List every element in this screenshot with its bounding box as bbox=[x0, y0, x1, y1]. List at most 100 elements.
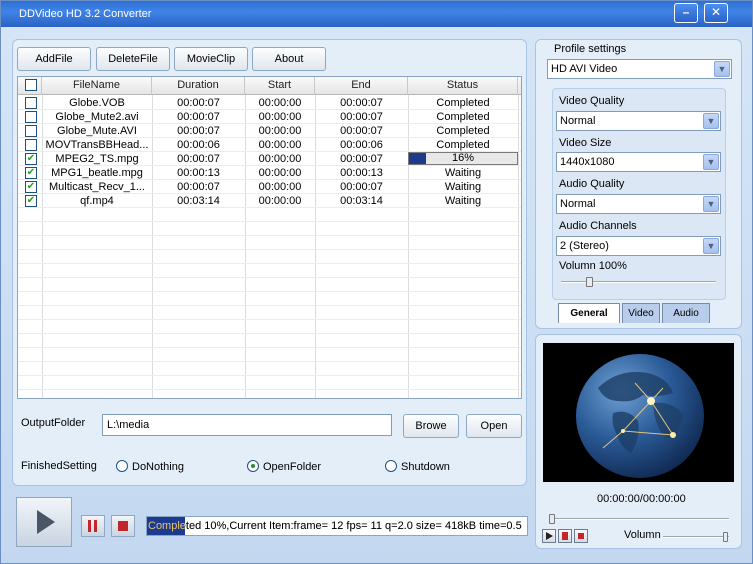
radio-shutdown[interactable] bbox=[385, 460, 397, 472]
cell-start: 00:00:00 bbox=[258, 97, 302, 109]
audio-channels-select[interactable]: 2 (Stereo) ▼ bbox=[556, 236, 721, 256]
grid-row-line bbox=[18, 277, 521, 278]
cell-name: qf.mp4 bbox=[80, 195, 114, 207]
row-checkbox[interactable]: ✔ bbox=[25, 195, 37, 207]
grid-row-line bbox=[18, 263, 521, 264]
column-filename[interactable]: FileName bbox=[42, 77, 152, 95]
grid-row-line bbox=[18, 361, 521, 362]
row-checkbox[interactable] bbox=[25, 125, 37, 137]
cell-start: 00:00:00 bbox=[258, 111, 302, 123]
grid-row-line bbox=[18, 221, 521, 222]
select-all-checkbox[interactable] bbox=[25, 79, 37, 91]
cell-end: 00:00:13 bbox=[340, 167, 383, 179]
close-button[interactable]: ✕ bbox=[704, 3, 728, 23]
do-nothing-label: DoNothing bbox=[132, 461, 184, 473]
tab-video[interactable]: Video bbox=[622, 303, 660, 323]
profile-volume-slider[interactable] bbox=[585, 277, 593, 287]
cell-end: 00:00:06 bbox=[340, 139, 383, 151]
preview-stop-button[interactable] bbox=[574, 529, 588, 543]
table-row[interactable]: ✔ Multicast_Recv_1... 00:00:07 00:00:00 00:0… bbox=[18, 180, 521, 194]
video-quality-value: Normal bbox=[560, 115, 596, 127]
cell-end: 00:00:07 bbox=[340, 153, 383, 165]
row-checkbox[interactable] bbox=[25, 97, 37, 109]
preview-volume-slider[interactable] bbox=[723, 532, 728, 542]
radio-do-nothing[interactable] bbox=[116, 460, 128, 472]
select-all-header[interactable] bbox=[18, 77, 42, 95]
output-folder-input[interactable]: L:\media bbox=[102, 414, 392, 436]
preview-volume-track[interactable] bbox=[663, 536, 729, 538]
table-row[interactable]: Globe.VOB 00:00:07 00:00:00 00:00:07 Complet… bbox=[18, 96, 521, 110]
pause-convert-button[interactable] bbox=[81, 515, 105, 537]
grid-row-line bbox=[18, 319, 521, 320]
audio-channels-value: 2 (Stereo) bbox=[560, 240, 609, 252]
add-file-button[interactable]: AddFile bbox=[17, 47, 91, 71]
movie-clip-button[interactable]: MovieClip bbox=[174, 47, 248, 71]
tab-general[interactable]: General bbox=[558, 303, 620, 323]
profile-volume-track[interactable] bbox=[561, 281, 716, 283]
chevron-down-icon[interactable]: ▼ bbox=[703, 154, 719, 170]
column-duration[interactable]: Duration bbox=[152, 77, 245, 95]
start-convert-button[interactable] bbox=[16, 497, 72, 547]
row-checkbox[interactable]: ✔ bbox=[25, 181, 37, 193]
table-row[interactable]: ✔ qf.mp4 00:03:14 00:00:00 00:03:14 Waiting bbox=[18, 194, 521, 208]
row-checkbox[interactable]: ✔ bbox=[25, 153, 37, 165]
cell-end: 00:00:07 bbox=[340, 111, 383, 123]
table-row[interactable]: Globe_Mute.AVI 00:00:07 00:00:00 00:00:07 Co… bbox=[18, 124, 521, 138]
chevron-down-icon[interactable]: ▼ bbox=[703, 113, 719, 129]
video-size-select[interactable]: 1440x1080 ▼ bbox=[556, 152, 721, 172]
chevron-down-icon[interactable]: ▼ bbox=[714, 61, 730, 77]
preview-pause-button[interactable] bbox=[558, 529, 572, 543]
browse-button[interactable]: Browe bbox=[403, 414, 459, 438]
cell-name: Globe_Mute.AVI bbox=[57, 125, 137, 137]
table-row[interactable]: MOVTransBBHead... 00:00:06 00:00:00 00:00:0… bbox=[18, 138, 521, 152]
cell-start: 00:00:00 bbox=[258, 181, 302, 193]
preview-play-button[interactable] bbox=[542, 529, 556, 543]
minimize-button[interactable]: – bbox=[674, 3, 698, 23]
shutdown-label: Shutdown bbox=[401, 461, 450, 473]
cell-start: 00:00:00 bbox=[258, 195, 302, 207]
cell-start: 00:00:00 bbox=[258, 125, 302, 137]
column-start[interactable]: Start bbox=[245, 77, 315, 95]
globe-image bbox=[576, 354, 704, 478]
chevron-down-icon[interactable]: ▼ bbox=[703, 196, 719, 212]
video-quality-label: Video Quality bbox=[559, 95, 625, 107]
grid-row-line bbox=[18, 375, 521, 376]
open-button[interactable]: Open bbox=[466, 414, 522, 438]
seek-slider[interactable] bbox=[549, 514, 555, 524]
about-button[interactable]: About bbox=[252, 47, 326, 71]
table-row[interactable]: ✔ MPG1_beatle.mpg 00:00:13 00:00:00 00:00:13… bbox=[18, 166, 521, 180]
cell-duration: 00:00:07 bbox=[177, 153, 220, 165]
cell-duration: 00:03:14 bbox=[177, 195, 220, 207]
chevron-down-icon[interactable]: ▼ bbox=[703, 238, 719, 254]
row-progress-bar: 16% bbox=[408, 152, 518, 165]
profile-volume-label: Volumn 100% bbox=[559, 260, 627, 272]
cell-duration: 00:00:07 bbox=[177, 111, 220, 123]
delete-file-button[interactable]: DeleteFile bbox=[96, 47, 170, 71]
window-title: DDVideo HD 3.2 Converter bbox=[19, 8, 152, 20]
grid-row-line bbox=[18, 291, 521, 292]
row-checkbox[interactable] bbox=[25, 111, 37, 123]
status-text: Completed 10%,Current Item:frame= 12 fps… bbox=[148, 520, 522, 532]
tab-audio[interactable]: Audio bbox=[662, 303, 710, 323]
column-end[interactable]: End bbox=[315, 77, 408, 95]
cell-start: 00:00:00 bbox=[258, 153, 302, 165]
play-icon bbox=[37, 510, 55, 534]
grid-row-line bbox=[18, 389, 521, 390]
seek-track[interactable] bbox=[551, 518, 729, 520]
column-status[interactable]: Status bbox=[408, 77, 518, 95]
profile-select[interactable]: HD AVI Video ▼ bbox=[547, 59, 732, 79]
cell-name: MPG1_beatle.mpg bbox=[51, 167, 143, 179]
radio-open-folder[interactable] bbox=[247, 460, 259, 472]
table-row[interactable]: Globe_Mute2.avi 00:00:07 00:00:00 00:00:07 C… bbox=[18, 110, 521, 124]
row-checkbox[interactable]: ✔ bbox=[25, 167, 37, 179]
stop-convert-button[interactable] bbox=[111, 515, 135, 537]
audio-channels-label: Audio Channels bbox=[559, 220, 637, 232]
audio-quality-label: Audio Quality bbox=[559, 178, 625, 190]
table-row[interactable]: ✔ MPEG2_TS.mpg 00:00:07 00:00:00 00:00:07 16% bbox=[18, 152, 521, 166]
video-quality-select[interactable]: Normal ▼ bbox=[556, 111, 721, 131]
cell-status: 16% bbox=[451, 152, 475, 164]
row-checkbox[interactable] bbox=[25, 139, 37, 151]
preview-time: 00:00:00/00:00:00 bbox=[597, 493, 686, 505]
cell-name: Multicast_Recv_1... bbox=[49, 181, 145, 193]
audio-quality-select[interactable]: Normal ▼ bbox=[556, 194, 721, 214]
